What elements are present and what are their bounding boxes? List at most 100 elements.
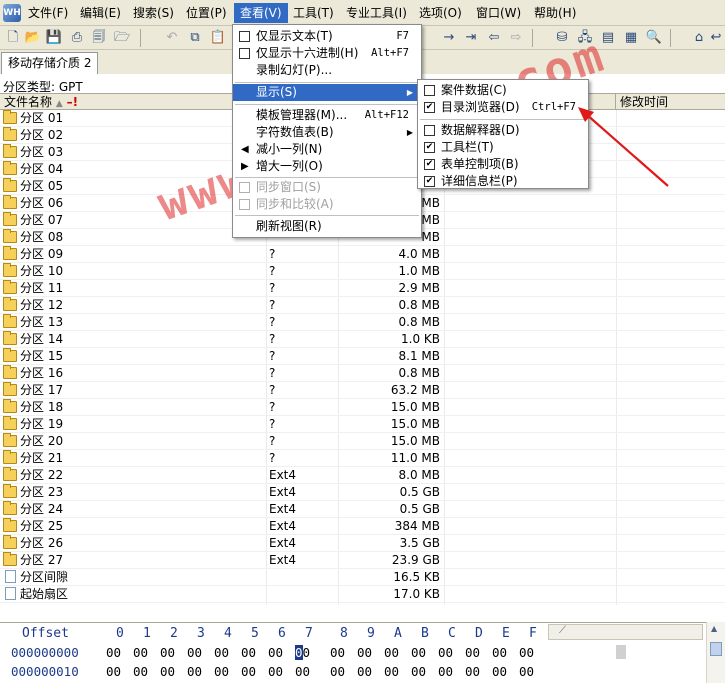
- goto-offset-icon[interactable]: ⇥: [462, 29, 480, 47]
- hex-byte[interactable]: 00: [241, 645, 256, 660]
- list-item[interactable]: 分区 11? 2.9 MB: [0, 280, 725, 297]
- menu-item-increase-column[interactable]: ▶ 增大一列(O): [233, 158, 421, 175]
- menu-item-text-only[interactable]: 仅显示文本(T) F7: [233, 28, 421, 45]
- list-item[interactable]: 分区 18? 15.0 MB: [0, 399, 725, 416]
- menu-tools[interactable]: 工具(T): [287, 3, 340, 23]
- back-arrow-icon[interactable]: ⇦: [485, 29, 503, 47]
- hex-byte[interactable]: 00: [438, 664, 453, 679]
- forward-arrow-icon[interactable]: ⇨: [507, 29, 525, 47]
- menu-pro-tools[interactable]: 专业工具(I): [340, 3, 413, 23]
- submenu-item-details-bar[interactable]: ✔ 详细信息栏(P): [418, 173, 588, 190]
- list-item[interactable]: 分区 12? 0.8 MB: [0, 297, 725, 314]
- list-item[interactable]: 分区 16? 0.8 MB: [0, 365, 725, 382]
- hex-byte[interactable]: 00: [133, 645, 148, 660]
- hex-byte[interactable]: 00: [133, 664, 148, 679]
- column-name[interactable]: 文件名称 ▲ –!: [0, 94, 266, 110]
- search-icon[interactable]: 🔍: [645, 29, 663, 47]
- menu-search[interactable]: 搜索(S): [127, 3, 180, 23]
- menu-view[interactable]: 查看(V): [234, 3, 288, 23]
- hex-byte[interactable]: 00: [384, 645, 399, 660]
- hex-byte[interactable]: 00: [214, 645, 229, 660]
- hex-byte[interactable]: 00: [295, 645, 310, 660]
- list-item[interactable]: 分区 20? 15.0 MB: [0, 433, 725, 450]
- calculator-icon[interactable]: ▦: [622, 29, 640, 47]
- list-item[interactable]: 分区 15? 8.1 MB: [0, 348, 725, 365]
- list-item[interactable]: 分区间隙 16.5 KB: [0, 569, 725, 586]
- open-folder-icon[interactable]: 📂: [24, 29, 42, 47]
- hex-byte[interactable]: 00: [268, 664, 283, 679]
- hex-byte[interactable]: 00: [241, 664, 256, 679]
- copy-icon[interactable]: ⧉: [186, 29, 204, 47]
- list-item[interactable]: 分区 23 Ext4 0.5 GB: [0, 484, 725, 501]
- hex-byte[interactable]: 00: [465, 664, 480, 679]
- hex-byte[interactable]: 00: [187, 645, 202, 660]
- open-disk-icon[interactable]: 🗁: [113, 29, 131, 47]
- hex-byte[interactable]: 00: [492, 664, 507, 679]
- hex-byte[interactable]: 00: [384, 664, 399, 679]
- menu-file[interactable]: 文件(F): [22, 3, 74, 23]
- list-item[interactable]: 分区 22 Ext4 8.0 MB: [0, 467, 725, 484]
- list-item[interactable]: 分区 21? 11.0 MB: [0, 450, 725, 467]
- undo-icon[interactable]: ↶: [163, 29, 181, 47]
- list-item[interactable]: 分区 13? 0.8 MB: [0, 314, 725, 331]
- menu-help[interactable]: 帮助(H): [528, 3, 582, 23]
- hex-byte[interactable]: 00: [411, 645, 426, 660]
- hex-byte[interactable]: 00: [438, 645, 453, 660]
- hex-byte[interactable]: 00: [330, 645, 345, 660]
- hex-byte[interactable]: 00: [357, 645, 372, 660]
- list-item[interactable]: 分区 09? 4.0 MB: [0, 246, 725, 263]
- scroll-up-icon[interactable]: ▲: [711, 624, 717, 633]
- menu-item-charset-table[interactable]: 字符数值表(B) ▶: [233, 124, 421, 141]
- hex-byte[interactable]: 00: [519, 664, 534, 679]
- submenu-item-dir-browser[interactable]: ✔ 目录浏览器(D) Ctrl+F7: [418, 99, 588, 116]
- list-item[interactable]: 分区 14? 1.0 KB: [0, 331, 725, 348]
- hex-byte[interactable]: 00: [187, 664, 202, 679]
- menu-item-display[interactable]: 显示(S) ▶: [233, 84, 421, 101]
- hex-byte[interactable]: 00: [357, 664, 372, 679]
- network-icon[interactable]: 🖧: [576, 29, 594, 47]
- hex-byte[interactable]: 00: [465, 645, 480, 660]
- hex-byte[interactable]: 00: [268, 645, 283, 660]
- save-icon[interactable]: 💾: [45, 29, 63, 47]
- list-item[interactable]: 起始扇区 17.0 KB: [0, 586, 725, 603]
- case-icon[interactable]: ⌂: [690, 29, 708, 47]
- list-item[interactable]: 分区 25 Ext4 384 MB: [0, 518, 725, 535]
- list-item[interactable]: 分区 26 Ext4 3.5 GB: [0, 535, 725, 552]
- paste-icon[interactable]: 📋: [209, 29, 227, 47]
- menu-item-template-manager[interactable]: 模板管理器(M)... Alt+F12: [233, 107, 421, 124]
- list-item[interactable]: 分区 17? 63.2 MB: [0, 382, 725, 399]
- menu-item-decrease-column[interactable]: ◀ 减小一列(N): [233, 141, 421, 158]
- menu-options[interactable]: 选项(O): [413, 3, 468, 23]
- menu-item-sync-compare[interactable]: 同步和比较(A): [233, 196, 421, 213]
- hex-byte[interactable]: 00: [519, 645, 534, 660]
- menu-item-hex-only[interactable]: 仅显示十六进制(H) Alt+F7: [233, 45, 421, 62]
- hex-scrollbar[interactable]: ▲: [706, 622, 725, 683]
- hex-byte[interactable]: 00: [411, 664, 426, 679]
- menu-window[interactable]: 窗口(W): [470, 3, 527, 23]
- scroll-thumb[interactable]: [710, 642, 722, 656]
- list-item[interactable]: 分区 24 Ext4 0.5 GB: [0, 501, 725, 518]
- ram-icon[interactable]: ▤: [599, 29, 617, 47]
- list-item[interactable]: 分区 10? 1.0 MB: [0, 263, 725, 280]
- goto-icon[interactable]: →: [440, 29, 458, 47]
- disk-tools-icon[interactable]: ⛁: [553, 29, 571, 47]
- tab-removable-media-2[interactable]: 移动存储介质 2: [1, 52, 99, 74]
- submenu-item-data-interpreter[interactable]: 数据解释器(D): [418, 122, 588, 139]
- menu-item-refresh[interactable]: 刷新视图(R): [233, 218, 421, 235]
- list-item[interactable]: 分区 19? 15.0 MB: [0, 416, 725, 433]
- list-item[interactable]: 分区 27 Ext4 23.9 GB: [0, 552, 725, 569]
- hex-byte[interactable]: 00: [160, 664, 175, 679]
- hex-byte[interactable]: 00: [106, 645, 121, 660]
- hex-byte[interactable]: 00: [330, 664, 345, 679]
- hex-byte[interactable]: 00: [106, 664, 121, 679]
- hex-byte[interactable]: 00: [214, 664, 229, 679]
- menu-edit[interactable]: 编辑(E): [74, 3, 127, 23]
- menu-item-slideshow[interactable]: 录制幻灯(P)...: [233, 62, 421, 79]
- menu-item-sync-window[interactable]: 同步窗口(S): [233, 179, 421, 196]
- hex-byte[interactable]: 00: [160, 645, 175, 660]
- print-icon[interactable]: ⎙: [68, 29, 86, 47]
- submenu-item-toolbar[interactable]: ✔ 工具栏(T): [418, 139, 588, 156]
- new-file-icon[interactable]: 🗋: [4, 29, 22, 47]
- properties-icon[interactable]: 🗐: [90, 29, 108, 47]
- submenu-item-form-controls[interactable]: ✔ 表单控制项(B): [418, 156, 588, 173]
